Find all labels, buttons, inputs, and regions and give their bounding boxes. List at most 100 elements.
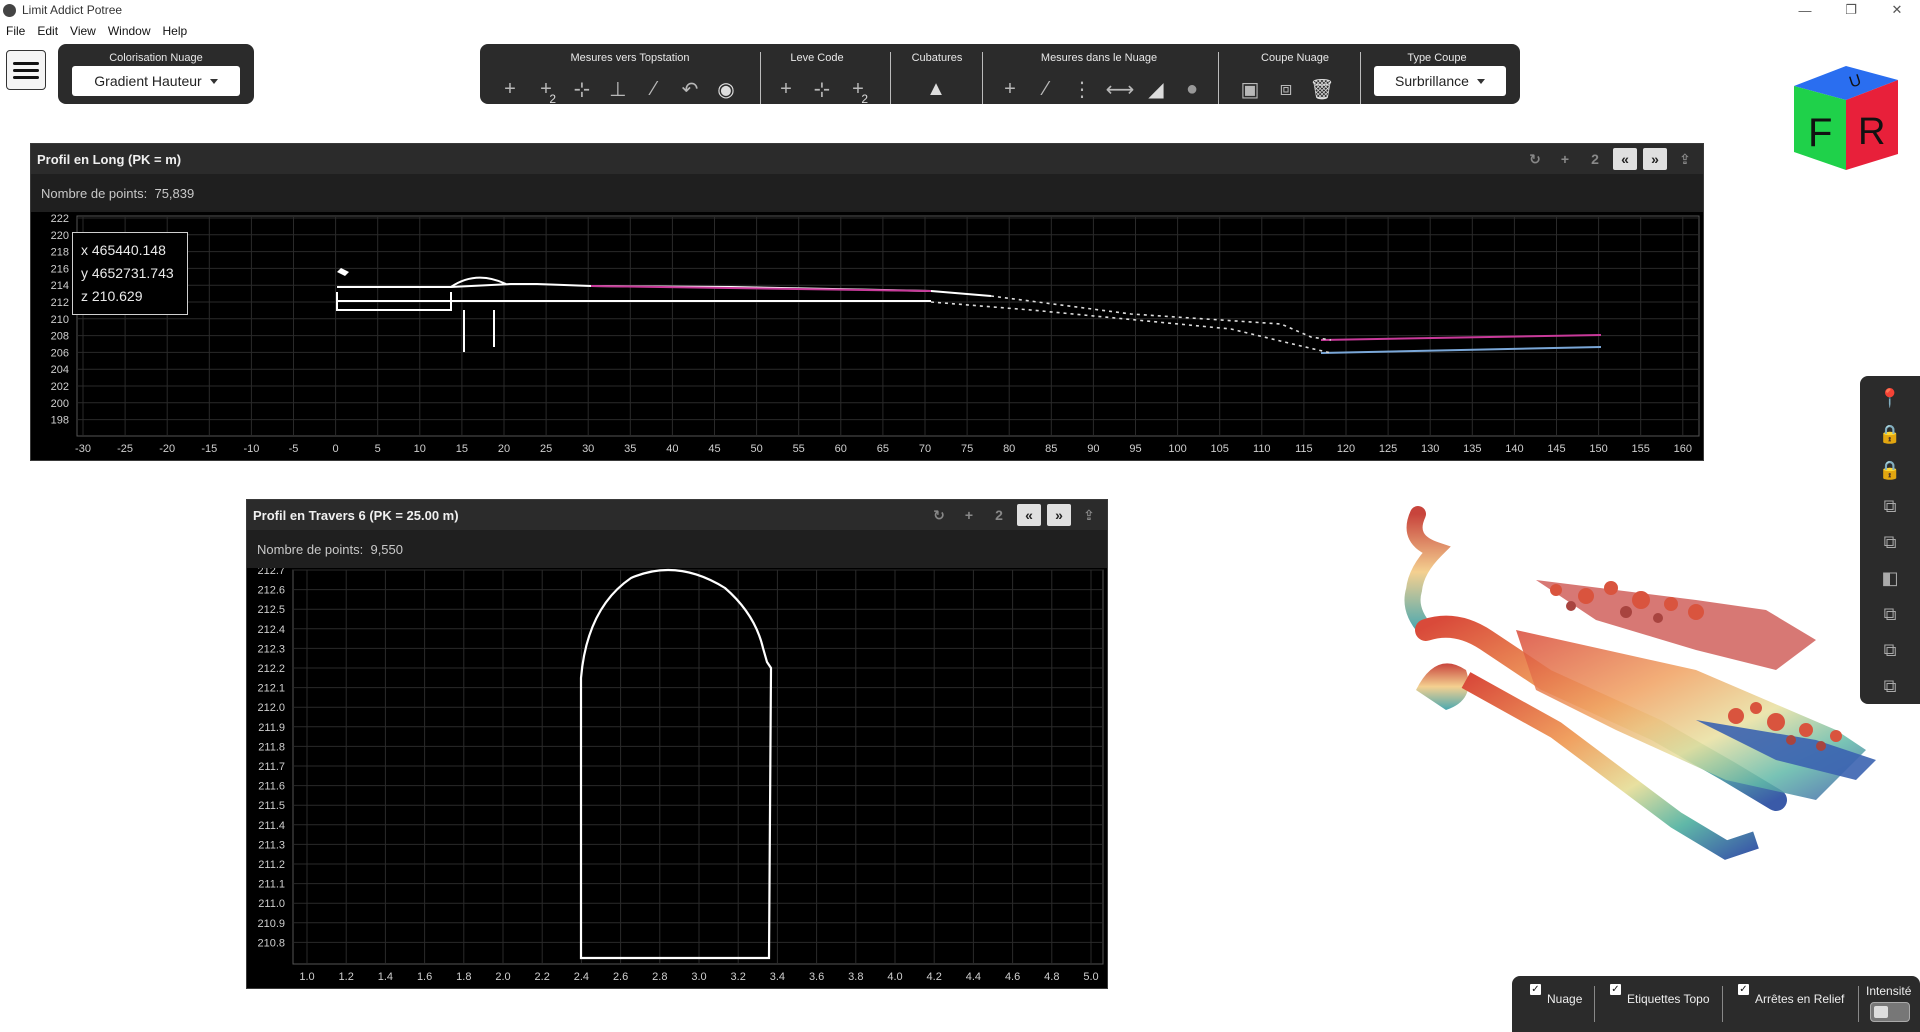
menu-file[interactable]: File [0, 24, 31, 38]
y-tick-label: 212.2 [257, 663, 285, 675]
colorisation-panel: Colorisation Nuage Gradient Hauteur [58, 44, 254, 104]
cloud-circle-icon[interactable]: ● [1176, 74, 1208, 104]
scan-point-cluster [337, 268, 349, 276]
x-tick-label: 55 [793, 443, 805, 455]
checkbox-arretes[interactable]: ✓ [1738, 984, 1749, 995]
undo-icon[interactable]: ↶ [674, 74, 706, 104]
option-nuage[interactable]: ✓ Nuage [1530, 984, 1582, 1006]
point-measure-2-icon[interactable]: +2 [530, 74, 562, 107]
y-tick-label: 222 [51, 213, 69, 225]
profil-travers-title: Profil en Travers 6 (PK = 25.00 m) [253, 507, 459, 523]
volume-icon[interactable]: ▲ [920, 74, 952, 104]
code-line-icon[interactable]: ⊹ [806, 74, 838, 104]
coordinate-tooltip: x 465440.148 y 4652731.743 z 210.629 [72, 232, 188, 315]
previous-icon[interactable]: « [1017, 504, 1041, 526]
hamburger-menu-button[interactable] [6, 50, 46, 90]
view-top-icon[interactable]: ⧉ [1876, 492, 1904, 520]
code-point-icon[interactable]: + [770, 74, 802, 104]
profil-travers-header: Profil en Travers 6 (PK = 25.00 m) ↻ + 2… [247, 500, 1107, 530]
view-cube[interactable]: U F R [1790, 62, 1902, 174]
eye-icon[interactable]: ◉ [710, 74, 742, 104]
close-button[interactable]: ✕ [1874, 0, 1920, 20]
colorisation-dropdown[interactable]: Gradient Hauteur [72, 66, 240, 96]
cloud-area-icon[interactable]: ◢ [1140, 74, 1172, 104]
profil-long-plot[interactable]: 222220218216214212210208206204202200198 … [31, 212, 1703, 460]
y-tick-label: 211.3 [258, 839, 285, 851]
y-tick-label: 211.1 [258, 879, 285, 891]
clip-box-icon[interactable]: ▣ [1234, 74, 1266, 104]
x-tick-label: 40 [666, 443, 678, 455]
view-bottom-icon[interactable]: ⧉ [1876, 672, 1904, 700]
profil-long-header: Profil en Long (PK = m) ↻ + 2 « » ⇪ [31, 144, 1703, 174]
clip-volume-icon[interactable]: ⧈ [1270, 74, 1302, 104]
menu-view[interactable]: View [64, 24, 102, 38]
x-tick-label: 135 [1463, 443, 1481, 455]
y-tick-label: 214 [51, 280, 69, 292]
x-tick-label: 90 [1087, 443, 1099, 455]
type-coupe-dropdown[interactable]: Surbrillance [1374, 66, 1506, 96]
cloud-distance-icon[interactable]: ⁄ [1030, 74, 1062, 104]
intensite-toggle[interactable] [1870, 1002, 1910, 1022]
y-tick-label: 212.3 [257, 643, 285, 655]
profil-travers-points-info: Nombre de points: 9,550 [247, 530, 1107, 568]
x-tick-label: 10 [414, 443, 426, 455]
add-point-icon[interactable]: + [1553, 148, 1577, 170]
title-bar: Limit Addict Potree — ❐ ✕ [0, 0, 1920, 20]
export-icon[interactable]: ⇪ [1673, 148, 1697, 170]
checkbox-nuage[interactable]: ✓ [1530, 984, 1541, 995]
y-tick-label: 202 [51, 381, 69, 393]
x-tick-label: 50 [750, 443, 762, 455]
menu-window[interactable]: Window [102, 24, 157, 38]
add-point-2-icon[interactable]: 2 [1583, 148, 1607, 170]
refresh-icon[interactable]: ↻ [927, 504, 951, 526]
x-tick-label: 5 [375, 443, 381, 455]
lock-camera-icon[interactable]: 🔒 [1876, 420, 1904, 448]
add-point-2-icon[interactable]: 2 [987, 504, 1011, 526]
add-point-icon[interactable]: + [957, 504, 981, 526]
menu-edit[interactable]: Edit [31, 24, 64, 38]
cloud-point-icon[interactable]: + [994, 74, 1026, 104]
point-cloud-3d-view[interactable] [1396, 500, 1886, 860]
y-tick-label: 212.6 [257, 585, 285, 597]
view-left-icon[interactable]: ◧ [1876, 564, 1904, 592]
menu-help[interactable]: Help [157, 24, 194, 38]
lock-camera-2-icon[interactable]: 🔒 [1876, 456, 1904, 484]
group-mesures-nuage: Mesures dans le Nuage [1040, 52, 1158, 64]
trash-icon[interactable]: 🗑 [1306, 74, 1338, 104]
profil-long-window: Profil en Long (PK = m) ↻ + 2 « » ⇪ Nomb… [30, 143, 1704, 461]
line-measure-icon[interactable]: ⁄ [638, 74, 670, 104]
view-right-icon[interactable]: ⧉ [1876, 600, 1904, 628]
code-point-2-icon[interactable]: +2 [842, 74, 874, 107]
next-icon[interactable]: » [1643, 148, 1667, 170]
view-back-icon[interactable]: ⧉ [1876, 636, 1904, 664]
profil-travers-plot[interactable]: 212.7 212.6 212.5 212.4 212.3 212.2 212.1 212.0… [247, 568, 1107, 988]
profil-long-title: Profil en Long (PK = m) [37, 151, 182, 167]
x-tick-label: 155 [1632, 443, 1650, 455]
menu-bar: File Edit View Window Help [0, 20, 193, 42]
x-tick-label: 80 [1003, 443, 1015, 455]
cloud-width-icon[interactable]: ⟷ [1104, 74, 1136, 104]
x-tick-label: 1.2 [339, 971, 354, 983]
x-tick-label: -10 [243, 443, 259, 455]
minimize-button[interactable]: — [1782, 0, 1828, 20]
export-icon[interactable]: ⇪ [1077, 504, 1101, 526]
point-measure-icon[interactable]: + [494, 74, 526, 104]
location-pin-icon[interactable]: 📍 [1876, 384, 1904, 412]
previous-icon[interactable]: « [1613, 148, 1637, 170]
station-measure-icon[interactable]: ⊹ [566, 74, 598, 104]
refresh-icon[interactable]: ↻ [1523, 148, 1547, 170]
colorisation-selected: Gradient Hauteur [94, 73, 202, 89]
next-icon[interactable]: » [1047, 504, 1071, 526]
window-title: Limit Addict Potree [22, 3, 123, 17]
maximize-button[interactable]: ❐ [1828, 0, 1874, 20]
profil-travers-window: Profil en Travers 6 (PK = 25.00 m) ↻ + 2… [246, 499, 1108, 989]
cloud-height-icon[interactable]: ⋮ [1066, 74, 1098, 104]
x-tick-label: 1.4 [378, 971, 393, 983]
y-tick-label: 198 [51, 415, 69, 427]
option-etiquettes-topo[interactable]: ✓ Etiquettes Topo [1610, 984, 1710, 1006]
offset-measure-icon[interactable]: ⊥ [602, 74, 634, 104]
checkbox-etiquettes[interactable]: ✓ [1610, 984, 1621, 995]
view-front-icon[interactable]: ⧉ [1876, 528, 1904, 556]
intensite-label: Intensité [1866, 984, 1912, 998]
option-arretes-relief[interactable]: ✓ Arrêtes en Relief [1738, 984, 1844, 1006]
